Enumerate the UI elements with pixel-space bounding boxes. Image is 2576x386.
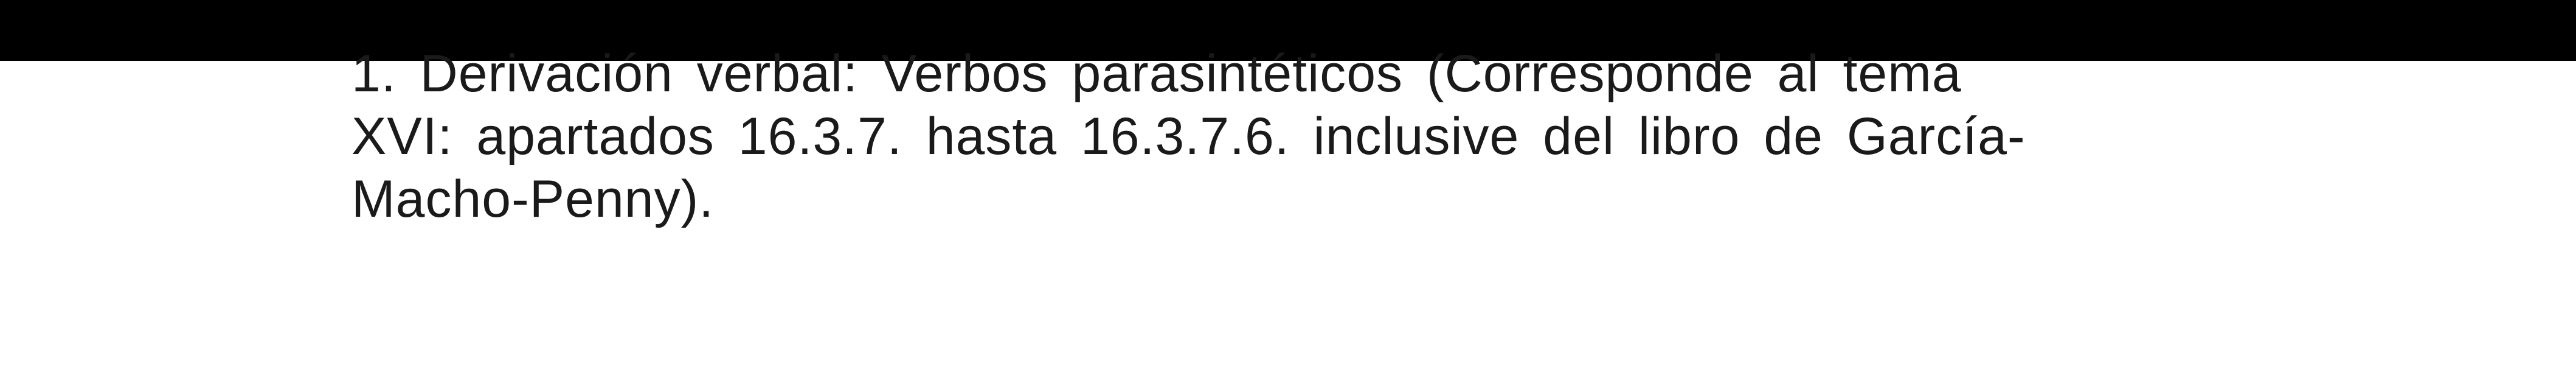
paragraph-line-2: XVI: apartados 16.3.7. hasta 16.3.7.6. i… [351, 107, 2026, 166]
paragraph-line-1: 1. Derivación verbal: Verbos parasintéti… [351, 44, 1962, 103]
paragraph-line-3: Macho-Penny). [351, 170, 715, 228]
document-paragraph: 1. Derivación verbal: Verbos parasintéti… [351, 43, 2176, 231]
